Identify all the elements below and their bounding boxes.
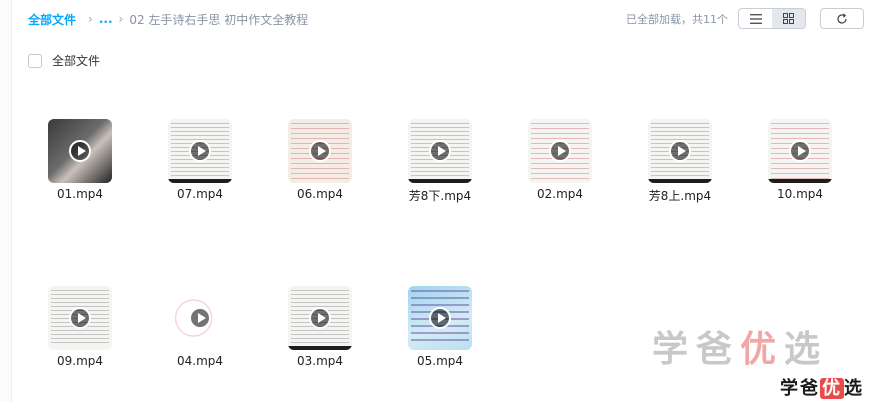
video-thumbnail — [768, 119, 832, 183]
play-icon — [429, 140, 451, 162]
video-thumbnail — [48, 286, 112, 350]
file-name: 10.mp4 — [776, 187, 824, 201]
play-icon — [189, 307, 211, 329]
file-name: 07.mp4 — [176, 187, 224, 201]
breadcrumb-ellipsis[interactable]: ... — [99, 12, 113, 26]
watermark-large: 学爸优选 — [651, 329, 828, 370]
view-toggle — [738, 8, 806, 29]
load-status: 已全部加载，共11个 — [626, 13, 728, 26]
video-thumbnail — [528, 119, 592, 183]
play-icon — [309, 307, 331, 329]
file-tile[interactable]: 09.mp4 — [30, 286, 130, 402]
file-tile[interactable]: 10.mp4 — [750, 119, 850, 249]
file-name: 02.mp4 — [536, 187, 584, 201]
file-name: 04.mp4 — [176, 354, 224, 368]
breadcrumb-separator: › — [88, 12, 93, 26]
grid-view-icon — [783, 13, 794, 24]
file-name: 芳8下.mp4 — [408, 189, 472, 203]
file-tile[interactable]: 芳8下.mp4 — [390, 119, 490, 249]
refresh-button[interactable] — [820, 8, 864, 29]
file-name: 06.mp4 — [296, 187, 344, 201]
video-thumbnail — [288, 119, 352, 183]
video-thumbnail — [168, 286, 232, 350]
file-tile[interactable]: 05.mp4 — [390, 286, 490, 402]
file-tile[interactable]: 02.mp4 — [510, 119, 610, 249]
file-name: 05.mp4 — [416, 354, 464, 368]
play-icon — [429, 307, 451, 329]
file-tile[interactable]: 01.mp4 — [30, 119, 130, 249]
file-name: 01.mp4 — [56, 187, 104, 201]
play-icon — [309, 140, 331, 162]
select-all-label: 全部文件 — [52, 54, 101, 68]
video-thumbnail — [408, 119, 472, 183]
play-icon — [789, 140, 811, 162]
select-all[interactable]: 全部文件 — [28, 52, 100, 69]
watermark-small: 学爸优选 — [780, 378, 864, 399]
breadcrumb-separator: › — [118, 12, 124, 26]
video-thumbnail — [408, 286, 472, 350]
left-panel-border — [0, 0, 12, 402]
file-tile[interactable]: 07.mp4 — [150, 119, 250, 249]
breadcrumb-current: 02 左手诗右手思 初中作文全教程 — [129, 12, 309, 27]
grid-view-button[interactable] — [772, 9, 805, 28]
play-icon — [69, 140, 91, 162]
play-icon — [549, 140, 571, 162]
play-icon — [69, 307, 91, 329]
file-tile[interactable]: 03.mp4 — [270, 286, 370, 402]
file-name: 芳8上.mp4 — [648, 189, 712, 203]
refresh-icon — [837, 13, 847, 24]
play-icon — [189, 140, 211, 162]
video-thumbnail — [648, 119, 712, 183]
file-tile[interactable]: 06.mp4 — [270, 119, 370, 249]
breadcrumb-root[interactable]: 全部文件 — [28, 11, 76, 28]
file-tile[interactable]: 芳8上.mp4 — [630, 119, 730, 249]
video-thumbnail — [288, 286, 352, 350]
breadcrumb-bar: 全部文件 › ... › 02 左手诗右手思 初中作文全教程 已全部加载，共11… — [28, 8, 864, 30]
play-icon — [669, 140, 691, 162]
list-view-button[interactable] — [739, 9, 772, 28]
video-thumbnail — [48, 119, 112, 183]
video-thumbnail — [168, 119, 232, 183]
file-name: 03.mp4 — [296, 354, 344, 368]
file-tile[interactable]: 04.mp4 — [150, 286, 250, 402]
select-all-checkbox[interactable] — [28, 53, 42, 68]
file-name: 09.mp4 — [56, 354, 104, 368]
list-view-icon — [749, 13, 762, 24]
